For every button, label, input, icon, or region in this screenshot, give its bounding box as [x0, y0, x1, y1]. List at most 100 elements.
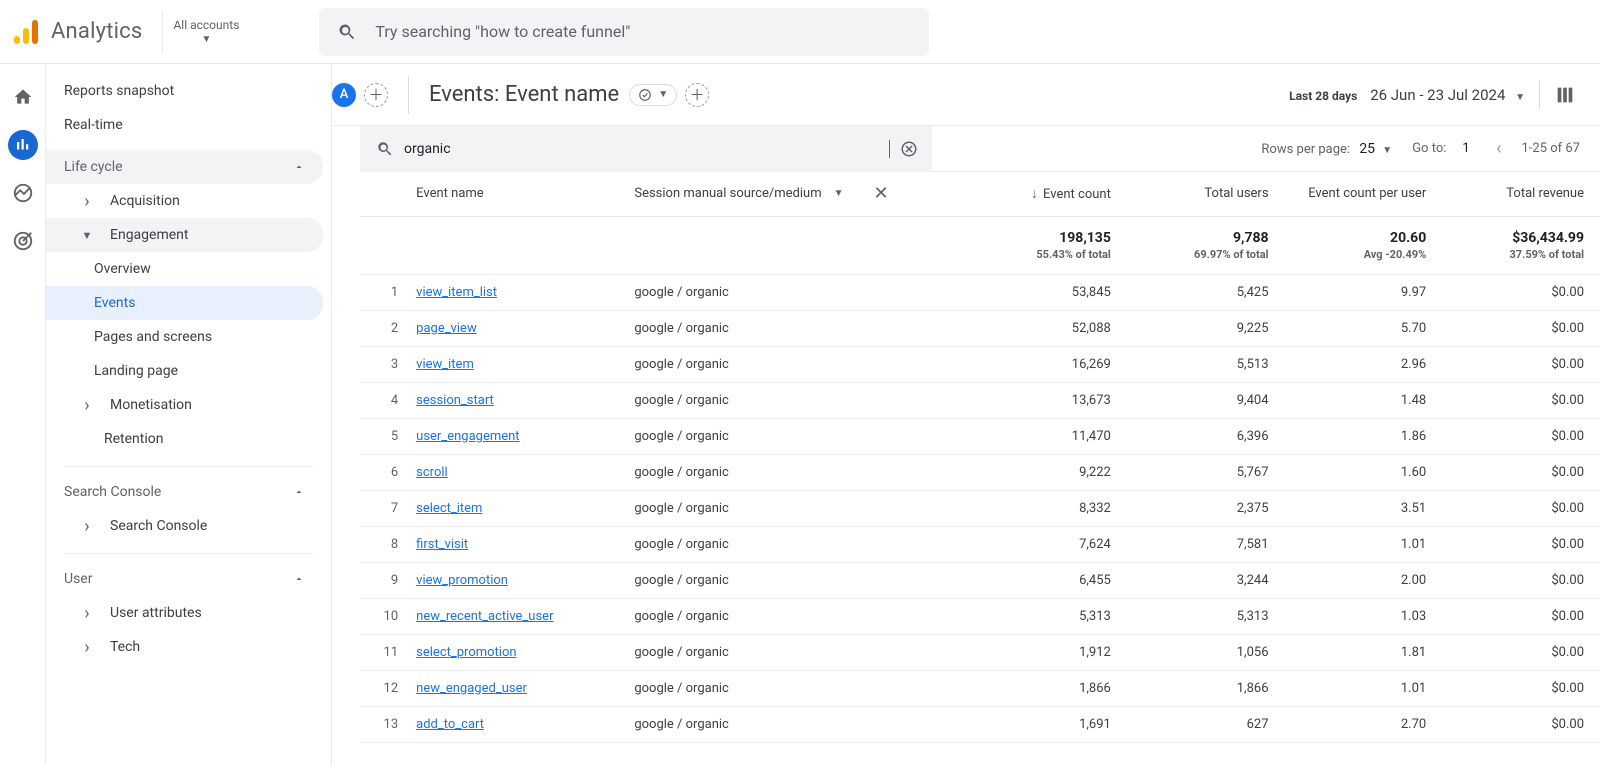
- event-link[interactable]: view_item_list: [416, 274, 634, 310]
- page-range: 1-25 of 67: [1521, 141, 1580, 156]
- nav-engagement-events[interactable]: Events: [46, 286, 323, 320]
- nav-divider: [64, 553, 313, 554]
- event-link[interactable]: new_engaged_user: [416, 670, 634, 706]
- global-search[interactable]: [319, 8, 929, 56]
- search-icon: [376, 140, 394, 158]
- col-total-revenue[interactable]: Total revenue: [1442, 172, 1600, 216]
- event-link[interactable]: view_item: [416, 346, 634, 382]
- table-row: 11select_promotiongoogle / organic1,9121…: [360, 634, 1600, 670]
- nav-section-life-cycle[interactable]: Life cycle: [46, 150, 323, 184]
- revenue: $0.00: [1442, 346, 1600, 382]
- table-row: 10new_recent_active_usergoogle / organic…: [360, 598, 1600, 634]
- source-medium: google / organic: [634, 310, 969, 346]
- revenue: $0.00: [1442, 670, 1600, 706]
- row-index: 10: [360, 598, 416, 634]
- nav-reports-snapshot[interactable]: Reports snapshot: [46, 74, 323, 108]
- nav-monetisation[interactable]: › Monetisation: [46, 388, 323, 422]
- nav-realtime[interactable]: Real-time: [46, 108, 323, 142]
- source-medium: google / organic: [634, 634, 969, 670]
- source-medium: google / organic: [634, 346, 969, 382]
- event-count: 11,470: [969, 418, 1127, 454]
- event-link[interactable]: scroll: [416, 454, 634, 490]
- event-link[interactable]: user_engagement: [416, 418, 634, 454]
- col-event-count[interactable]: ↓ Event count: [969, 172, 1127, 216]
- add-comparison-button[interactable]: ＋: [685, 83, 709, 107]
- nav-engagement[interactable]: ▼ Engagement: [46, 218, 323, 252]
- clear-search-icon[interactable]: [900, 140, 918, 158]
- total-users-sub: 69.97% of total: [1127, 248, 1269, 261]
- revenue: $0.00: [1442, 382, 1600, 418]
- rows-per-page[interactable]: Rows per page: 25 ▼: [1261, 141, 1392, 157]
- source-medium: google / organic: [634, 418, 969, 454]
- nav-acquisition[interactable]: › Acquisition: [46, 184, 323, 218]
- event-count: 5,313: [969, 598, 1127, 634]
- event-link[interactable]: new_recent_active_user: [416, 598, 634, 634]
- total-users: 627: [1127, 706, 1285, 742]
- date-range-picker[interactable]: Last 28 days 26 Jun - 23 Jul 2024 ▼: [1289, 86, 1525, 104]
- table-header-row: Event name Session manual source/medium …: [360, 172, 1600, 216]
- goto-input[interactable]: [1456, 141, 1476, 156]
- header-right: Last 28 days 26 Jun - 23 Jul 2024 ▼: [1289, 81, 1600, 109]
- nav-label: Engagement: [110, 227, 188, 243]
- nav-section-search-console[interactable]: Search Console: [46, 475, 323, 509]
- rail-home[interactable]: [8, 82, 38, 112]
- event-link[interactable]: select_promotion: [416, 634, 634, 670]
- chevron-right-icon: ›: [80, 637, 94, 658]
- source-medium: google / organic: [634, 670, 969, 706]
- total-users: 9,225: [1127, 310, 1285, 346]
- rail-reports[interactable]: [8, 130, 38, 160]
- col-per-user[interactable]: Event count per user: [1285, 172, 1443, 216]
- col-total-users[interactable]: Total users: [1127, 172, 1285, 216]
- compare-columns-icon[interactable]: [1554, 84, 1576, 106]
- event-count: 53,845: [969, 274, 1127, 310]
- total-event-count-sub: 55.43% of total: [969, 248, 1111, 261]
- global-search-input[interactable]: [375, 22, 911, 41]
- event-link[interactable]: session_start: [416, 382, 634, 418]
- per-user: 1.01: [1285, 670, 1443, 706]
- nav-user-attributes[interactable]: › User attributes: [46, 596, 323, 630]
- event-link[interactable]: select_item: [416, 490, 634, 526]
- segment-chip-all[interactable]: A: [332, 83, 356, 107]
- nav-engagement-landing[interactable]: Landing page: [46, 354, 323, 388]
- event-link[interactable]: add_to_cart: [416, 706, 634, 742]
- nav-engagement-pages[interactable]: Pages and screens: [46, 320, 323, 354]
- table-search[interactable]: [360, 126, 932, 172]
- per-user: 1.60: [1285, 454, 1443, 490]
- nav-retention[interactable]: Retention: [46, 422, 323, 456]
- add-segment-button[interactable]: ＋: [364, 83, 388, 107]
- table-row: 13add_to_cartgoogle / organic1,6916272.7…: [360, 706, 1600, 742]
- col-event-name[interactable]: Event name: [416, 172, 634, 216]
- customize-report-pill[interactable]: ▼: [629, 84, 677, 106]
- revenue: $0.00: [1442, 418, 1600, 454]
- event-link[interactable]: first_visit: [416, 526, 634, 562]
- table-row: 4session_startgoogle / organic13,6739,40…: [360, 382, 1600, 418]
- nav-search-console[interactable]: › Search Console: [46, 509, 323, 543]
- brand-name: Analytics: [51, 19, 142, 44]
- col-source-medium[interactable]: Session manual source/medium ▼ ✕: [634, 172, 969, 216]
- event-link[interactable]: page_view: [416, 310, 634, 346]
- goto-page[interactable]: Go to:: [1412, 141, 1476, 156]
- nav-section-user[interactable]: User: [46, 562, 323, 596]
- event-link[interactable]: view_promotion: [416, 562, 634, 598]
- prev-page-button[interactable]: ‹: [1496, 138, 1501, 159]
- remove-dimension-icon[interactable]: ✕: [874, 183, 889, 204]
- table-search-input[interactable]: [404, 141, 885, 157]
- nav-engagement-overview[interactable]: Overview: [46, 252, 323, 286]
- event-count: 16,269: [969, 346, 1127, 382]
- account-picker[interactable]: All accounts ▼: [162, 11, 249, 53]
- rail-advertising[interactable]: [8, 226, 38, 256]
- row-index: 3: [360, 346, 416, 382]
- table-row: 12new_engaged_usergoogle / organic1,8661…: [360, 670, 1600, 706]
- table-row: 8first_visitgoogle / organic7,6247,5811.…: [360, 526, 1600, 562]
- rail-explore[interactable]: [8, 178, 38, 208]
- chevron-up-icon: [293, 486, 305, 498]
- total-users: 5,513: [1127, 346, 1285, 382]
- table-row: 7select_itemgoogle / organic8,3322,3753.…: [360, 490, 1600, 526]
- search-icon: [337, 22, 357, 42]
- nav-tech[interactable]: › Tech: [46, 630, 323, 664]
- total-users: 6,396: [1127, 418, 1285, 454]
- total-revenue: $36,434.99: [1442, 230, 1584, 246]
- total-users: 9,788: [1127, 230, 1269, 246]
- source-medium: google / organic: [634, 562, 969, 598]
- logo-block: Analytics: [0, 19, 142, 45]
